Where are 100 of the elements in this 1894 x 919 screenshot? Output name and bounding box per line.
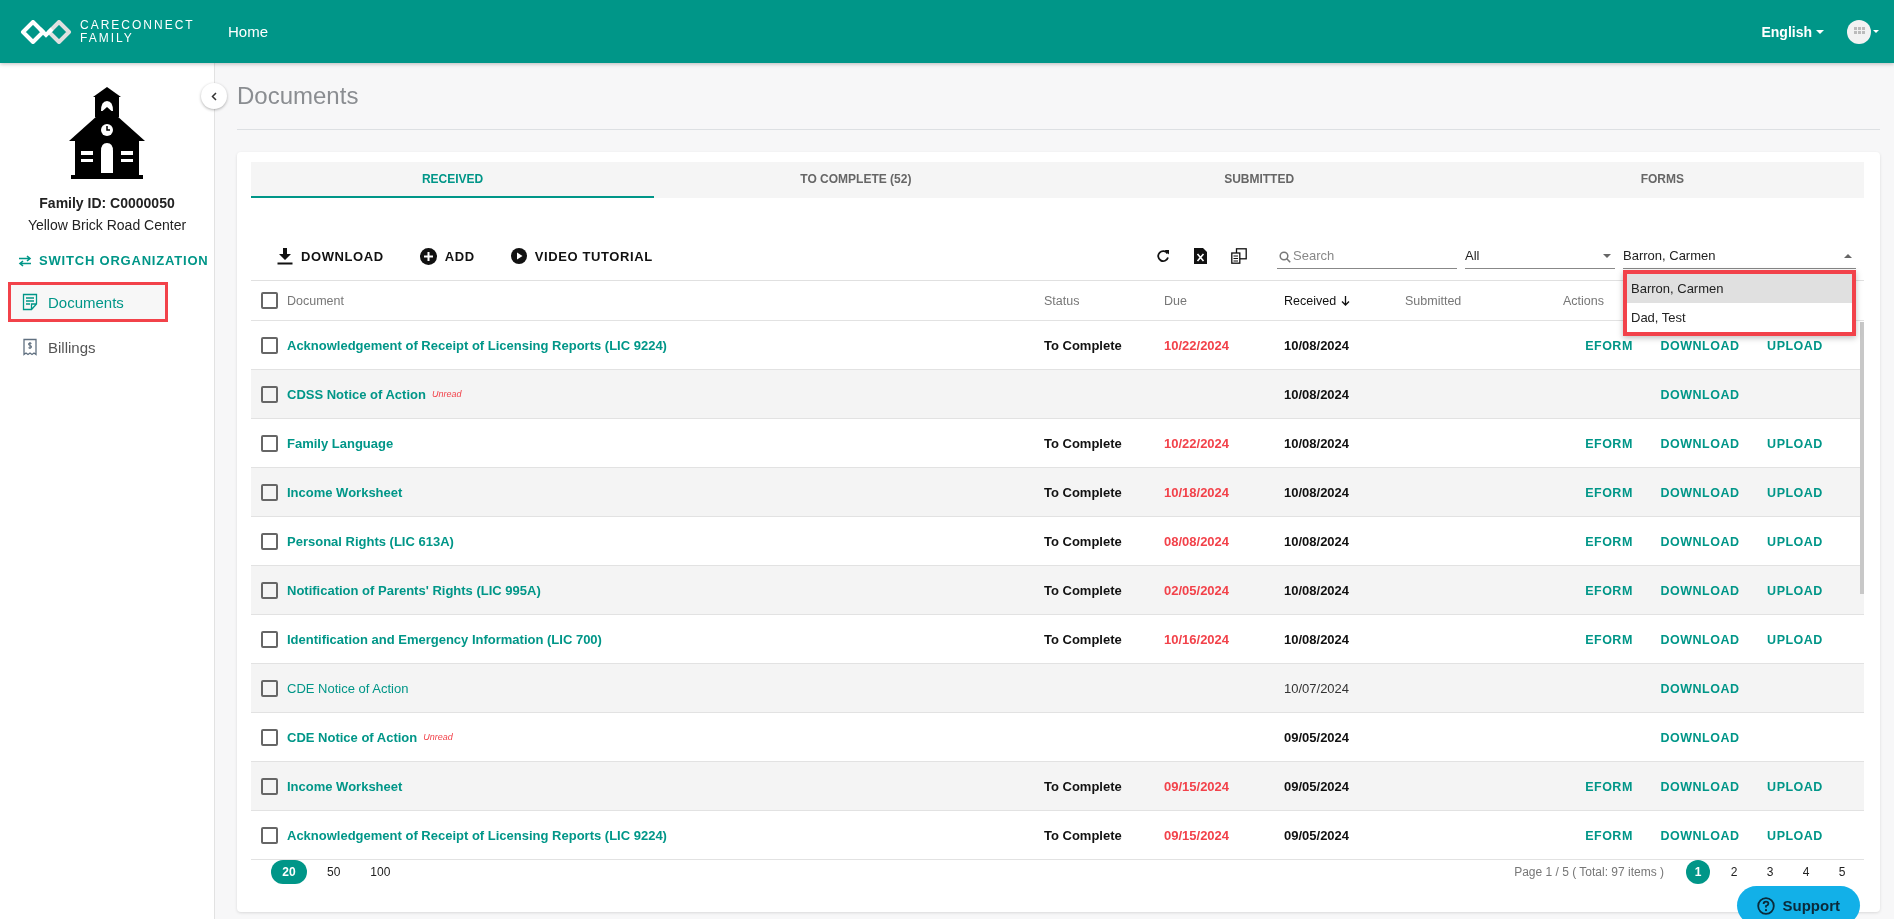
tab[interactable]: FORMS <box>1460 162 1864 198</box>
search-field[interactable]: Search <box>1277 243 1457 269</box>
document-link[interactable]: Family Language <box>287 435 394 451</box>
upload-link[interactable]: UPLOAD <box>1767 583 1823 598</box>
status-text: To Complete <box>1044 533 1122 549</box>
row-checkbox[interactable] <box>261 483 278 501</box>
received-date: 10/08/2024 <box>1284 386 1350 402</box>
document-link[interactable]: CDE Notice of Action <box>287 680 409 696</box>
dropdown-option[interactable]: Dad, Test <box>1627 303 1852 332</box>
due-date: 10/22/2024 <box>1164 435 1230 451</box>
document-link[interactable]: Notification of Parents' Rights (LIC 995A) <box>287 582 541 598</box>
page-number[interactable]: 5 <box>1830 860 1854 884</box>
unread-label: Unread <box>431 389 462 399</box>
download-link[interactable]: DOWNLOAD <box>1660 681 1740 696</box>
tab[interactable]: SUBMITTED <box>1057 162 1461 198</box>
page-number[interactable]: 2 <box>1722 860 1746 884</box>
row-checkbox[interactable] <box>261 777 278 795</box>
document-link[interactable]: CDE Notice of Action <box>287 729 418 745</box>
upload-link[interactable]: UPLOAD <box>1767 338 1823 353</box>
due-date: 10/22/2024 <box>1164 337 1230 353</box>
add-button[interactable]: ADD <box>419 247 475 265</box>
page-size-option[interactable]: 20 <box>271 860 307 884</box>
download-link[interactable]: DOWNLOAD <box>1660 730 1740 745</box>
select-all-checkbox[interactable] <box>261 292 278 309</box>
eform-link[interactable]: EFORM <box>1585 779 1633 794</box>
refresh-icon[interactable] <box>1156 249 1170 263</box>
video-tutorial-button[interactable]: VIDEO TUTORIAL <box>510 248 653 264</box>
chevron-left-icon <box>211 91 217 101</box>
row-checkbox[interactable] <box>261 630 278 648</box>
home-link[interactable]: Home <box>228 23 268 40</box>
upload-link[interactable]: UPLOAD <box>1767 436 1823 451</box>
download-link[interactable]: DOWNLOAD <box>1660 387 1740 402</box>
column-header[interactable]: Received <box>1284 293 1405 308</box>
eform-link[interactable]: EFORM <box>1585 534 1633 549</box>
download-button[interactable]: DOWNLOAD <box>277 247 384 265</box>
support-button[interactable]: Support <box>1736 886 1860 919</box>
play-icon <box>510 248 527 264</box>
upload-link[interactable]: UPLOAD <box>1767 534 1823 549</box>
sort-arrow-icon <box>1341 295 1351 306</box>
center-name: Yellow Brick Road Center <box>27 217 187 233</box>
columns-icon[interactable] <box>1231 248 1247 264</box>
eform-link[interactable]: EFORM <box>1585 583 1633 598</box>
excel-icon[interactable] <box>1194 248 1207 264</box>
row-checkbox[interactable] <box>261 434 278 452</box>
received-date: 10/08/2024 <box>1284 533 1350 549</box>
column-header: Due <box>1164 293 1188 308</box>
row-checkbox[interactable] <box>261 826 278 844</box>
scrollbar[interactable] <box>1860 322 1864 594</box>
avatar-icon[interactable] <box>1846 18 1880 45</box>
download-link[interactable]: DOWNLOAD <box>1660 534 1740 549</box>
page-number[interactable]: 4 <box>1794 860 1818 884</box>
download-link[interactable]: DOWNLOAD <box>1660 338 1740 353</box>
document-icon <box>22 293 38 311</box>
sidebar-item[interactable]: Billings <box>0 327 214 367</box>
document-link[interactable]: Income Worksheet <box>287 484 403 500</box>
download-link[interactable]: DOWNLOAD <box>1660 583 1740 598</box>
collapse-button[interactable] <box>201 83 227 109</box>
row-checkbox[interactable] <box>261 679 278 697</box>
page-number[interactable]: 3 <box>1758 860 1782 884</box>
status-text: To Complete <box>1044 827 1122 843</box>
document-link[interactable]: Identification and Emergency Information (LIC 700) <box>287 631 602 647</box>
eform-link[interactable]: EFORM <box>1585 632 1633 647</box>
document-link[interactable]: Personal Rights (LIC 613A) <box>287 533 454 549</box>
document-link[interactable]: Income Worksheet <box>287 778 403 794</box>
eform-link[interactable]: EFORM <box>1585 485 1633 500</box>
switch-organization-button[interactable]: SWITCH ORGANIZATION <box>18 253 209 268</box>
status-select[interactable]: All <box>1465 243 1615 269</box>
download-link[interactable]: DOWNLOAD <box>1660 436 1740 451</box>
upload-link[interactable]: UPLOAD <box>1767 485 1823 500</box>
document-link[interactable]: Acknowledgement of Receipt of Licensing Reports (LIC 9224) <box>287 827 667 843</box>
row-checkbox[interactable] <box>261 728 278 746</box>
due-date: 08/08/2024 <box>1164 533 1230 549</box>
upload-link[interactable]: UPLOAD <box>1767 632 1823 647</box>
tab[interactable]: RECEIVED <box>251 162 655 198</box>
download-link[interactable]: DOWNLOAD <box>1660 485 1740 500</box>
column-header: Submitted <box>1405 293 1463 308</box>
document-link[interactable]: Acknowledgement of Receipt of Licensing Reports (LIC 9224) <box>287 337 667 353</box>
download-link[interactable]: DOWNLOAD <box>1660 632 1740 647</box>
download-link[interactable]: DOWNLOAD <box>1660 779 1740 794</box>
upload-link[interactable]: UPLOAD <box>1767 779 1823 794</box>
eform-link[interactable]: EFORM <box>1585 828 1633 843</box>
row-checkbox[interactable] <box>261 336 278 354</box>
language-menu[interactable]: English <box>1761 23 1824 40</box>
page-title: Documents <box>237 82 359 110</box>
page-number[interactable]: 1 <box>1686 860 1710 884</box>
row-checkbox[interactable] <box>261 581 278 599</box>
due-date: 09/15/2024 <box>1164 827 1230 843</box>
download-link[interactable]: DOWNLOAD <box>1660 828 1740 843</box>
page-size-option[interactable]: 100 <box>360 860 401 884</box>
document-link[interactable]: CDSS Notice of Action <box>287 386 426 402</box>
dropdown-option[interactable]: Barron, Carmen <box>1627 274 1852 303</box>
status-text: To Complete <box>1044 337 1122 353</box>
row-checkbox[interactable] <box>261 532 278 550</box>
upload-link[interactable]: UPLOAD <box>1767 828 1823 843</box>
tab[interactable]: TO COMPLETE (52) <box>654 162 1058 198</box>
eform-link[interactable]: EFORM <box>1585 436 1633 451</box>
page-size-option[interactable]: 50 <box>317 860 351 884</box>
eform-link[interactable]: EFORM <box>1585 338 1633 353</box>
sidebar-item[interactable]: Documents <box>8 282 168 322</box>
row-checkbox[interactable] <box>261 385 278 403</box>
